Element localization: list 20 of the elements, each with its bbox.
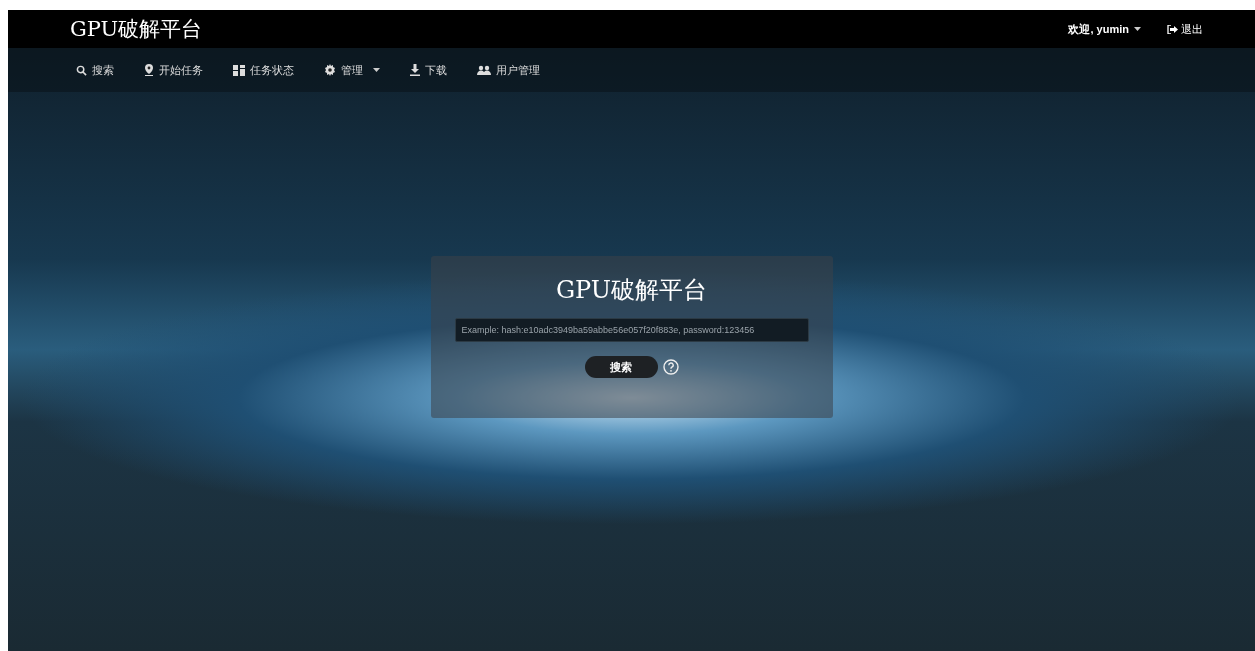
user-menu[interactable]: 欢迎, yumin	[1068, 21, 1141, 37]
nav-link[interactable]: 搜索	[76, 62, 114, 78]
nav-link[interactable]: 下载	[410, 62, 447, 78]
nav-link[interactable]: 任务状态	[233, 62, 294, 78]
nav-link[interactable]: 管理	[324, 62, 380, 78]
search-button[interactable]: 搜索	[584, 356, 658, 378]
nav-link[interactable]: 用户管理	[477, 62, 540, 78]
brand-title: GPU破解平台	[70, 16, 203, 43]
settings-icon	[324, 64, 336, 76]
map-pin-icon	[144, 64, 154, 76]
logout-icon	[1167, 24, 1178, 34]
grid-icon	[233, 64, 245, 76]
search-icon	[76, 64, 87, 76]
card-title: GPU破解平台	[555, 275, 708, 306]
hash-search-field[interactable]: Example: hash:e10adc3949ba59abbe56e057f20f883e, password:123456	[454, 318, 809, 342]
download-icon	[410, 64, 420, 76]
logout-link[interactable]: 退出	[1167, 21, 1203, 37]
users-icon	[477, 65, 491, 75]
nav-link[interactable]: 开始任务	[144, 62, 203, 78]
help-icon[interactable]	[662, 359, 679, 375]
